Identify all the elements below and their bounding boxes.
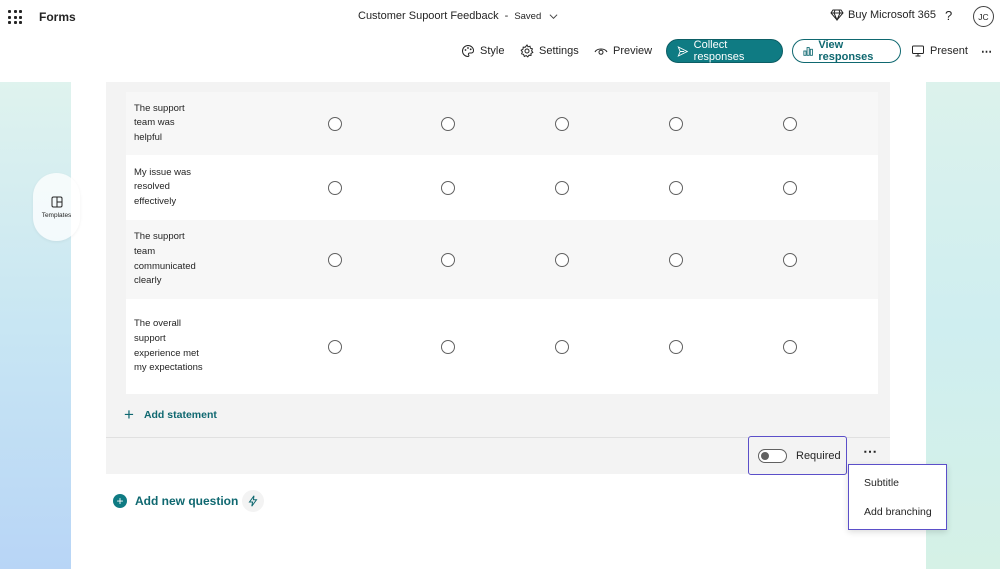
radio-option[interactable] [441,339,455,354]
required-toggle-area[interactable]: Required [748,436,847,475]
present-label: Present [930,45,968,57]
statement-label[interactable]: My issue was resolved effectively [134,166,204,210]
radio-option[interactable] [555,116,569,131]
likert-grid: The support team was helpful My issue wa… [126,92,878,394]
menu-item-subtitle[interactable]: Subtitle [864,477,899,489]
monitor-icon [912,45,924,57]
radio-option[interactable] [669,180,683,195]
required-label: Required [796,449,841,462]
document-title[interactable]: Customer Supoort Feedback [358,10,499,22]
style-label: Style [480,45,505,57]
collect-responses-button[interactable]: Collect responses [666,39,783,63]
templates-label: Templates [41,211,72,219]
lightning-glyph [248,495,258,507]
waffle-icon[interactable] [8,10,22,24]
radio-option[interactable] [328,180,342,195]
statement-label[interactable]: The support team communicated clearly [134,230,204,288]
radio-option[interactable] [555,252,569,267]
save-status: Saved [514,10,542,22]
command-bar: Style Settings Preview Collect responses… [0,34,1000,82]
bar-chart-icon [803,47,813,56]
radio-option[interactable] [328,339,342,354]
palette-icon [462,44,474,58]
buy-microsoft-365-button[interactable]: Buy Microsoft 365 [830,9,936,21]
present-button[interactable]: Present [911,44,968,58]
settings-label: Settings [539,45,579,57]
document-title-area[interactable]: Customer Supoort Feedback - Saved [358,10,558,22]
radio-option[interactable] [669,339,683,354]
question-options-menu: Subtitle Add branching [848,464,947,530]
send-icon [677,45,689,57]
radio-option[interactable] [669,116,683,131]
radio-option[interactable] [328,252,342,267]
likert-row: The overall support experience met my ex… [126,299,878,394]
diamond-icon [830,9,844,21]
statement-label[interactable]: The support team was helpful [134,102,204,146]
menu-item-add-branching[interactable]: Add branching [864,506,932,518]
background-left [0,82,72,569]
statement-label[interactable]: The overall support experience met my ex… [134,317,204,375]
radio-option[interactable] [555,339,569,354]
templates-button[interactable]: Templates [33,173,80,241]
help-button[interactable]: ? [945,8,952,23]
radio-option[interactable] [783,180,797,195]
radio-option[interactable] [441,252,455,267]
top-bar: Forms Customer Supoort Feedback - Saved … [0,0,1000,34]
question-more-options-button[interactable]: ⋯ [863,444,878,458]
likert-row: The support team communicated clearly [126,220,878,299]
style-button[interactable]: Style [461,44,504,58]
add-statement-label: Add statement [143,409,217,421]
plus-icon: + [124,405,134,424]
add-new-question-button[interactable]: + Add new question [113,494,238,508]
lightning-icon[interactable] [242,490,264,512]
add-question-label: Add new question [135,494,239,508]
radio-option[interactable] [328,116,342,131]
chevron-down-icon[interactable] [549,12,558,21]
likert-row: The support team was helpful [126,92,878,155]
radio-option[interactable] [783,116,797,131]
radio-option[interactable] [555,180,569,195]
template-icon [51,196,62,207]
collect-label: Collect responses [693,39,745,63]
avatar[interactable]: JC [973,6,994,27]
add-statement-button[interactable]: + Add statement [124,405,217,424]
buy-label: Buy Microsoft 365 [848,9,937,21]
eye-icon [594,48,608,55]
toggle-knob [761,451,769,460]
view-responses-button[interactable]: View responses [792,39,901,63]
radio-option[interactable] [783,252,797,267]
view-label: View responses [818,39,874,63]
likert-row: My issue was resolved effectively [126,155,878,220]
radio-option[interactable] [783,339,797,354]
preview-button[interactable]: Preview [594,44,652,58]
preview-label: Preview [613,45,653,57]
app-name[interactable]: Forms [39,10,76,24]
radio-option[interactable] [441,116,455,131]
required-toggle[interactable] [758,448,787,463]
gear-icon [520,44,534,58]
radio-option[interactable] [441,180,455,195]
more-options-button[interactable]: ⋯ [981,44,992,58]
title-separator: - [504,10,509,22]
settings-button[interactable]: Settings [520,44,579,58]
plus-circle-icon: + [113,494,127,508]
radio-option[interactable] [669,252,683,267]
